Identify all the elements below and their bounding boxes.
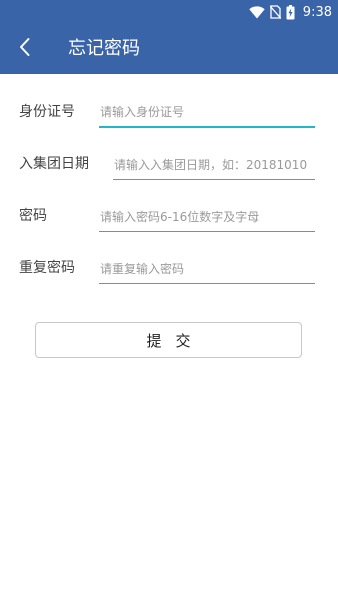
battery-charging-icon [286,4,295,20]
wifi-icon [249,5,265,19]
join-date-label: 入集团日期 [19,156,89,172]
status-time: 9:38 [302,4,332,20]
password-input[interactable] [99,202,315,232]
id-number-input[interactable] [99,98,315,128]
password-row: 密码 [0,196,338,236]
confirm-password-input[interactable] [99,254,315,284]
submit-button[interactable]: 提交 [35,322,302,358]
join-date-row: 入集团日期 [0,144,338,184]
confirm-password-label: 重复密码 [19,260,75,276]
id-number-label: 身份证号 [19,104,75,120]
id-number-row: 身份证号 [0,92,338,132]
back-button[interactable] [10,34,40,64]
chevron-left-icon [18,37,32,61]
no-sim-icon [269,5,281,19]
page-title: 忘记密码 [68,38,140,59]
toolbar: 忘记密码 [0,24,338,74]
status-icons: 9:38 [249,0,332,24]
password-label: 密码 [19,208,47,224]
status-bar: 9:38 [0,0,338,24]
confirm-password-row: 重复密码 [0,248,338,288]
join-date-input[interactable] [113,150,315,180]
